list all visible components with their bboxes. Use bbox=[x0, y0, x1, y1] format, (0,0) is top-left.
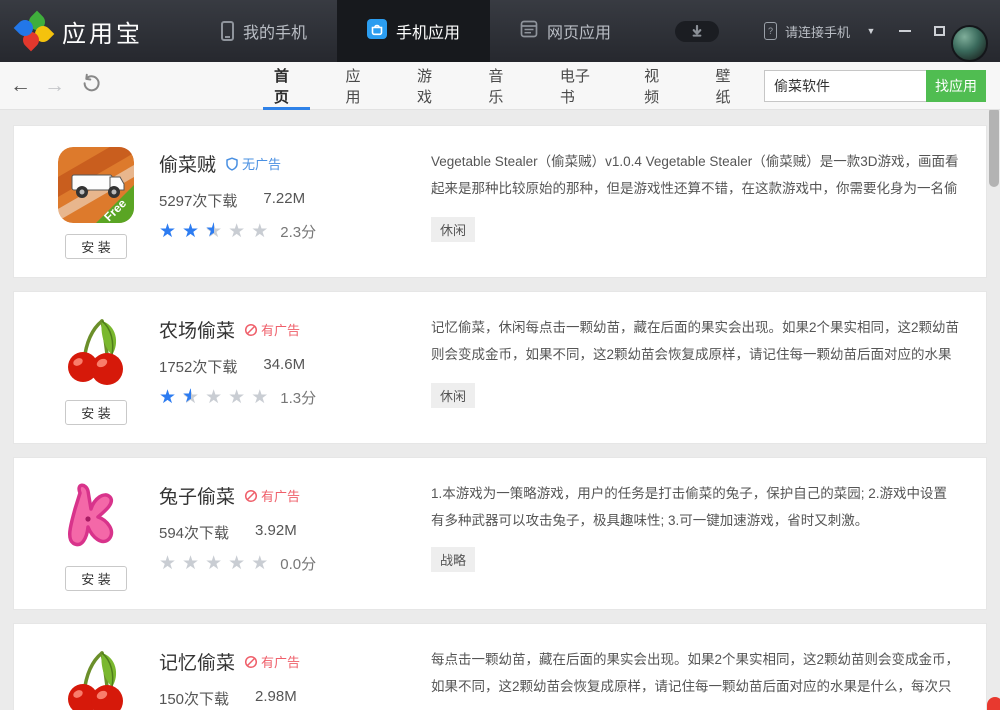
tab-web-apps[interactable]: 网页应用 bbox=[490, 0, 641, 62]
download-manager-button[interactable] bbox=[675, 20, 720, 42]
ad-badge: 有广告 bbox=[244, 320, 300, 339]
tab-label: 网页应用 bbox=[547, 25, 612, 42]
connect-phone-icon: ? bbox=[763, 22, 777, 40]
app-title: 应用宝 bbox=[62, 20, 143, 48]
install-button[interactable]: 安 装 bbox=[65, 234, 127, 259]
app-card: Free 安 装 bbox=[13, 125, 987, 278]
app-description: 1.本游戏为一策略游戏，用户的任务是打击偷菜的兔子，保护自己的菜园; 2.游戏中… bbox=[431, 486, 948, 528]
floating-badge[interactable] bbox=[987, 697, 1000, 710]
history-controls: ← → bbox=[10, 73, 101, 99]
app-description: 每点击一颗幼苗，藏在后面的果实会出现。如果2个果实相同，这2颗幼苗则会变成金币，… bbox=[431, 652, 960, 694]
refresh-button[interactable] bbox=[81, 73, 101, 99]
search-input[interactable] bbox=[764, 69, 926, 102]
nav-video[interactable]: 视频 bbox=[621, 62, 692, 110]
search-button[interactable]: 找应用 bbox=[926, 69, 986, 102]
ad-label: 有广告 bbox=[261, 655, 301, 670]
score: 0.0分 bbox=[280, 556, 317, 573]
ad-badge: 有广告 bbox=[244, 486, 300, 505]
maximize-button[interactable] bbox=[926, 20, 952, 42]
category-tag[interactable]: 休闲 bbox=[431, 217, 476, 242]
app-card: Free 安 装 bbox=[13, 457, 987, 610]
download-count: 1752次下载 bbox=[159, 359, 238, 376]
nav-music[interactable]: 音乐 bbox=[465, 62, 536, 110]
app-logo: 应用宝 bbox=[0, 0, 143, 62]
install-button[interactable]: 安 装 bbox=[65, 566, 127, 591]
titlebar: 应用宝 我的手机 手机应用 网页应用 ? 请连接手机 ▼ ✕ bbox=[0, 0, 1000, 62]
no-ads-slash-icon bbox=[244, 323, 258, 336]
scrollbar-thumb[interactable] bbox=[989, 110, 999, 187]
download-count: 5297次下载 bbox=[159, 193, 238, 210]
app-size: 2.98M bbox=[255, 688, 297, 705]
app-card: Free 安 装 bbox=[13, 623, 987, 710]
no-ads-slash-icon bbox=[244, 655, 258, 668]
category-tag[interactable]: 休闲 bbox=[431, 383, 476, 408]
app-name[interactable]: 兔子偷菜 bbox=[159, 482, 235, 509]
search-bar: 找应用 bbox=[764, 69, 986, 102]
ad-label: 有广告 bbox=[261, 323, 301, 338]
nav-apps[interactable]: 应用 bbox=[322, 62, 393, 110]
pinwheel-logo-icon bbox=[13, 10, 55, 52]
app-description: 记忆偷菜，休闲每点击一颗幼苗，藏在后面的果实会出现。如果2个果实相同，这2颗幼苗… bbox=[431, 320, 960, 362]
app-icon[interactable]: Free bbox=[58, 645, 134, 710]
ad-label: 无广告 bbox=[242, 157, 282, 172]
tab-phone-apps[interactable]: 手机应用 bbox=[337, 0, 491, 62]
app-icon[interactable]: Free bbox=[58, 147, 134, 223]
section-nav: 首页 应用 游戏 音乐 电子书 视频 壁纸 bbox=[251, 62, 764, 110]
tab-my-phone[interactable]: 我的手机 bbox=[191, 0, 337, 62]
app-size: 7.22M bbox=[263, 190, 306, 207]
connect-phone-status[interactable]: ? 请连接手机 bbox=[763, 22, 850, 41]
back-button[interactable]: ← bbox=[10, 74, 31, 98]
shield-icon bbox=[226, 156, 238, 171]
star-rating: ★ ★ ★ ★ ★ ★ bbox=[159, 386, 269, 408]
no-ads-slash-icon bbox=[244, 489, 258, 502]
score: 2.3分 bbox=[280, 224, 317, 241]
download-count: 150次下载 bbox=[159, 691, 230, 708]
forward-button[interactable]: → bbox=[44, 74, 65, 98]
web-page-icon bbox=[520, 20, 538, 43]
app-description: Vegetable Stealer（偷菜贼）v1.0.4 Vegetable S… bbox=[431, 154, 959, 196]
tab-label: 我的手机 bbox=[243, 25, 308, 42]
nav-wallpaper[interactable]: 壁纸 bbox=[693, 62, 764, 110]
nav-home[interactable]: 首页 bbox=[251, 62, 322, 110]
install-button[interactable]: 安 装 bbox=[65, 400, 127, 425]
nav-ebooks[interactable]: 电子书 bbox=[537, 62, 621, 110]
download-count: 594次下载 bbox=[159, 525, 230, 542]
app-name[interactable]: 记忆偷菜 bbox=[159, 648, 235, 675]
toolbar: ← → 首页 应用 游戏 音乐 电子书 视频 壁纸 找应用 bbox=[0, 62, 1000, 110]
app-icon[interactable]: Free bbox=[58, 313, 134, 389]
ad-badge: 无广告 bbox=[225, 154, 281, 173]
main-menu-button[interactable]: ▼ bbox=[858, 20, 884, 42]
titlebar-tabs: 我的手机 手机应用 网页应用 bbox=[191, 0, 641, 62]
minimize-button[interactable] bbox=[892, 20, 918, 42]
app-name[interactable]: 农场偷菜 bbox=[159, 316, 235, 343]
user-avatar[interactable] bbox=[951, 25, 988, 62]
nav-games[interactable]: 游戏 bbox=[394, 62, 465, 110]
star-rating: ★ ★ ★ ★ ★ ★ bbox=[159, 220, 269, 242]
app-size: 34.6M bbox=[263, 356, 306, 373]
ad-badge: 有广告 bbox=[244, 652, 300, 671]
connect-hint-label: 请连接手机 bbox=[784, 24, 850, 40]
category-tag[interactable]: 战略 bbox=[431, 547, 476, 572]
app-list: Free 安 装 偷菜贼 无广告 5297次下载 7.22M ★ ★ ★ ★ ★… bbox=[0, 110, 1000, 710]
tab-label: 手机应用 bbox=[396, 25, 461, 42]
ad-label: 有广告 bbox=[261, 489, 301, 504]
star-rating: ★ ★ ★ ★ ★ bbox=[159, 552, 269, 574]
phone-icon bbox=[221, 21, 234, 41]
app-icon[interactable]: Free bbox=[58, 479, 134, 555]
app-card: Free 安 装 bbox=[13, 291, 987, 444]
app-name[interactable]: 偷菜贼 bbox=[159, 150, 216, 177]
app-size: 3.92M bbox=[255, 522, 297, 539]
bag-icon bbox=[367, 18, 388, 44]
download-arrow-icon bbox=[692, 25, 702, 37]
score: 1.3分 bbox=[280, 390, 317, 407]
